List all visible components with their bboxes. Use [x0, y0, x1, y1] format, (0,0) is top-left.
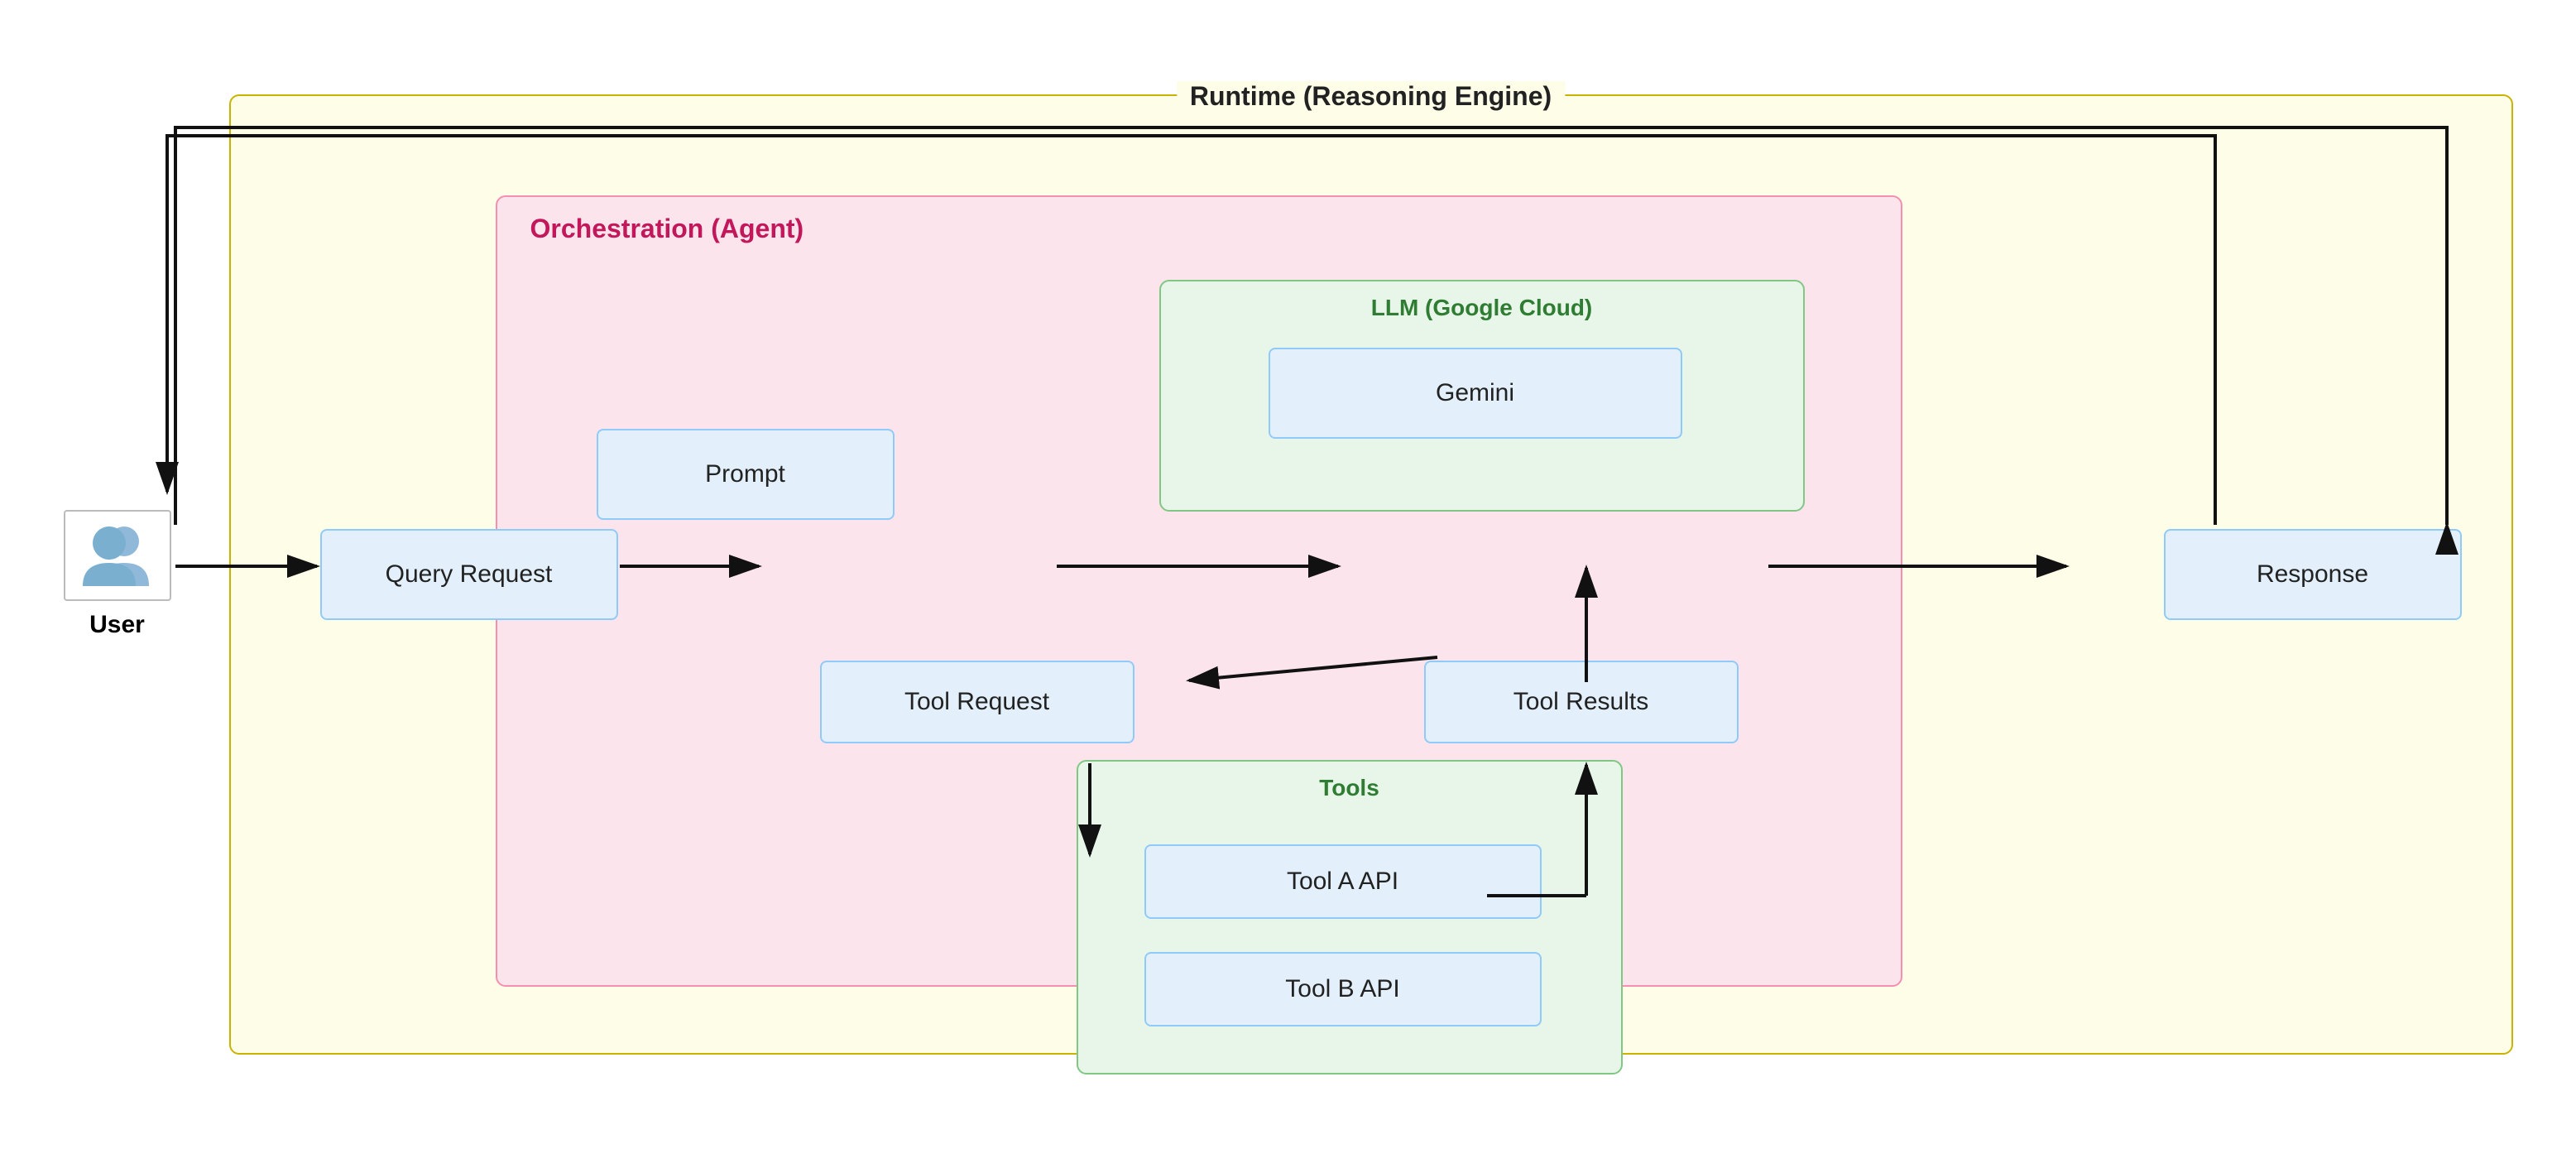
runtime-label: Runtime (Reasoning Engine) — [1177, 81, 1565, 112]
tool-a-box: Tool A API — [1144, 844, 1542, 919]
tool-request-box: Tool Request — [820, 661, 1134, 743]
user-area: User — [64, 510, 171, 639]
user-label: User — [89, 611, 145, 639]
tool-b-box: Tool B API — [1144, 952, 1542, 1026]
prompt-box: Prompt — [597, 429, 895, 520]
response-box: Response — [2164, 529, 2462, 620]
orchestration-label: Orchestration (Agent) — [530, 214, 804, 244]
tool-results-box: Tool Results — [1424, 661, 1739, 743]
user-icon — [76, 518, 159, 593]
diagram-wrapper: Runtime (Reasoning Engine) Orchestration… — [47, 45, 2530, 1104]
tools-label: Tools — [1319, 775, 1379, 801]
orchestration-box: Orchestration (Agent) LLM (Google Cloud)… — [496, 195, 1902, 987]
llm-box: LLM (Google Cloud) Gemini — [1159, 280, 1805, 512]
query-request-box: Query Request — [320, 529, 618, 620]
user-icon-box — [64, 510, 171, 601]
gemini-box: Gemini — [1269, 348, 1682, 439]
tools-box: Tools Tool A API Tool B API — [1077, 760, 1623, 1074]
llm-label: LLM (Google Cloud) — [1371, 295, 1593, 321]
